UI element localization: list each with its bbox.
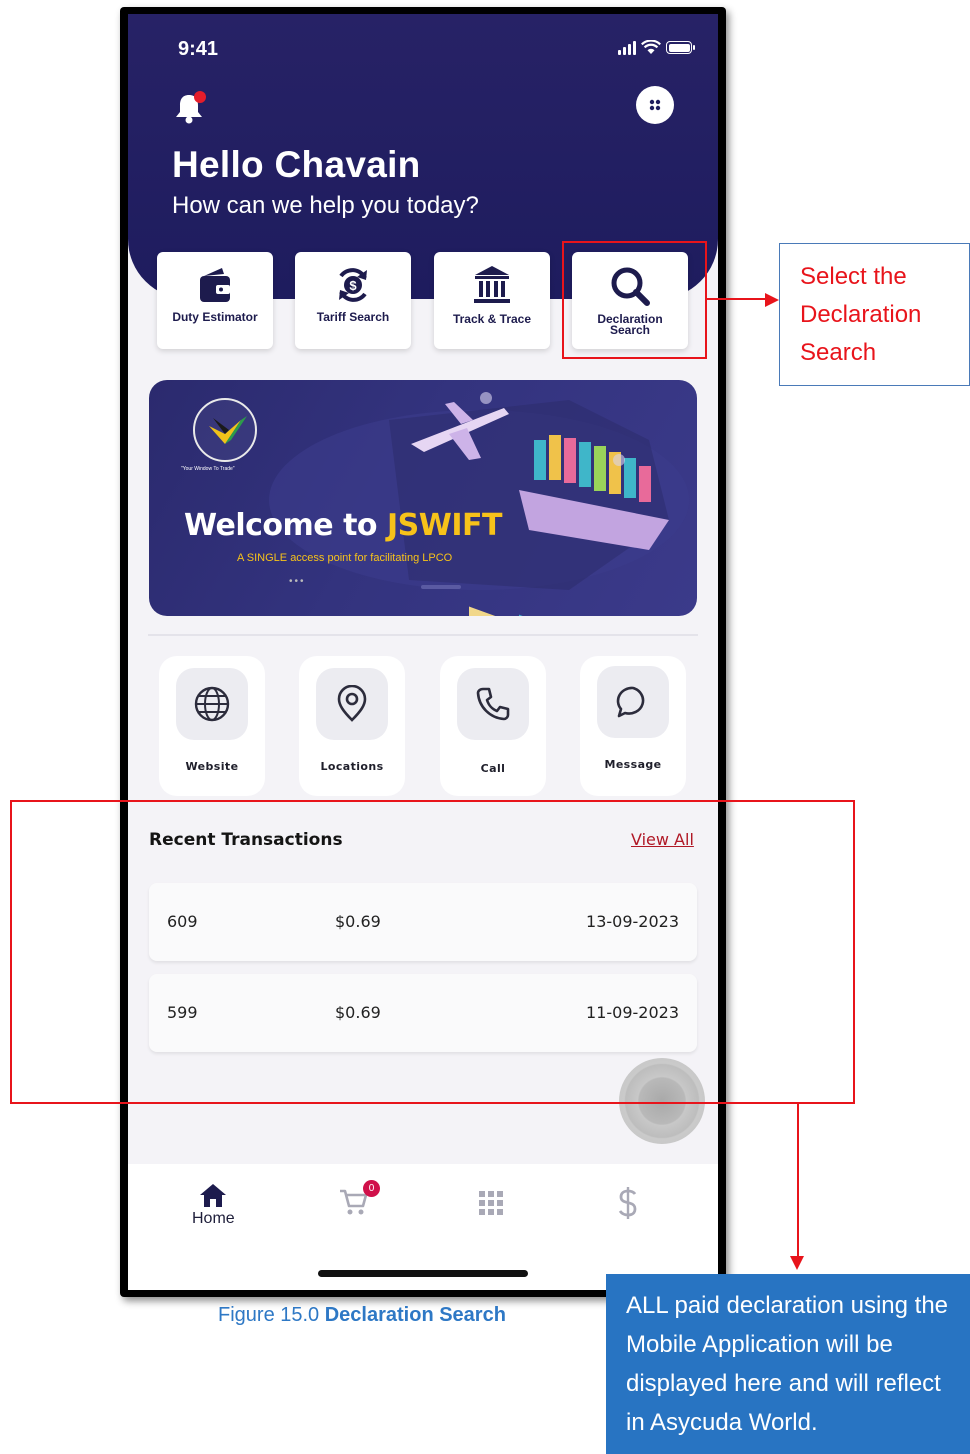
cart-badge: 0 <box>363 1180 380 1197</box>
arrow-down-icon <box>790 1256 804 1270</box>
bank-icon <box>474 266 510 303</box>
note-text: ALL paid declaration using the Mobile Ap… <box>626 1292 949 1436</box>
section-divider <box>148 634 698 636</box>
banner-title: Welcome to JSWIFT <box>184 508 502 543</box>
greeting-title: Hello Chavain <box>172 144 421 185</box>
banner-tagline: A SINGLE access point for facilitating L… <box>237 552 453 564</box>
grid-icon <box>479 1191 503 1215</box>
locations-icon-tile <box>316 668 388 740</box>
chat-bubble-icon <box>616 686 645 718</box>
callout-connector <box>707 298 767 300</box>
callout-box: Select the Declaration Search <box>779 243 970 386</box>
message-label: Message <box>604 758 662 771</box>
callout-text: Select the Declaration Search <box>800 263 922 366</box>
website-button[interactable]: Website <box>159 656 265 796</box>
welcome-banner[interactable]: "Your Window To Trade" Welcome to JSWIFT… <box>149 380 697 616</box>
note-connector <box>797 1104 799 1256</box>
declaration-search-highlight <box>562 241 707 359</box>
tariff-search-button[interactable]: $ Tariff Search <box>295 252 411 349</box>
home-indicator <box>318 1270 528 1277</box>
tab-services[interactable] <box>478 1190 504 1216</box>
notification-bell-icon[interactable] <box>174 90 208 126</box>
call-label: Call <box>480 762 506 775</box>
banner-pager-dots: ••• <box>289 576 306 587</box>
message-icon-tile <box>597 666 669 738</box>
tab-home-label: Home <box>192 1210 235 1227</box>
figure-caption: Figure 15.0 Declaration Search <box>218 1304 506 1326</box>
call-icon-tile <box>457 668 529 740</box>
call-button[interactable]: Call <box>440 656 546 796</box>
duty-estimator-button[interactable]: Duty Estimator <box>157 252 273 349</box>
phone-icon <box>476 687 510 721</box>
tab-cart[interactable]: 0 <box>338 1180 380 1216</box>
jswift-logo <box>193 398 257 462</box>
arrow-right-icon <box>765 293 779 307</box>
locations-label: Locations <box>320 760 384 773</box>
battery-icon <box>666 41 695 54</box>
signal-icon <box>618 40 636 55</box>
dollar-icon <box>618 1187 637 1219</box>
locations-button[interactable]: Locations <box>299 656 405 796</box>
track-trace-button[interactable]: Track & Trace <box>434 252 550 349</box>
dollar-refresh-icon: $ <box>339 268 367 302</box>
recent-transactions-highlight <box>10 800 855 1104</box>
tab-home[interactable]: Home <box>192 1182 235 1228</box>
message-button[interactable]: Message <box>580 656 686 796</box>
bird-logo-icon <box>209 416 247 444</box>
greeting-subtitle: How can we help you today? <box>172 192 479 219</box>
grid-dots-icon <box>649 99 661 111</box>
wifi-icon <box>641 40 661 54</box>
website-icon-tile <box>176 668 248 740</box>
globe-icon <box>194 686 230 722</box>
tab-payments[interactable] <box>617 1186 639 1220</box>
status-time: 9:41 <box>178 38 219 60</box>
location-pin-icon <box>337 685 367 722</box>
website-label: Website <box>185 760 239 773</box>
menu-button[interactable] <box>636 86 674 124</box>
status-icons <box>618 40 695 55</box>
track-trace-label: Track & Trace <box>452 312 532 326</box>
tariff-search-label: Tariff Search <box>316 310 390 324</box>
wallet-icon <box>200 268 230 302</box>
duty-estimator-label: Duty Estimator <box>172 310 258 324</box>
seal-tagline: "Your Window To Trade" <box>181 466 235 472</box>
svg-text:$: $ <box>349 278 357 293</box>
note-box: ALL paid declaration using the Mobile Ap… <box>606 1274 970 1454</box>
home-icon <box>200 1184 227 1207</box>
